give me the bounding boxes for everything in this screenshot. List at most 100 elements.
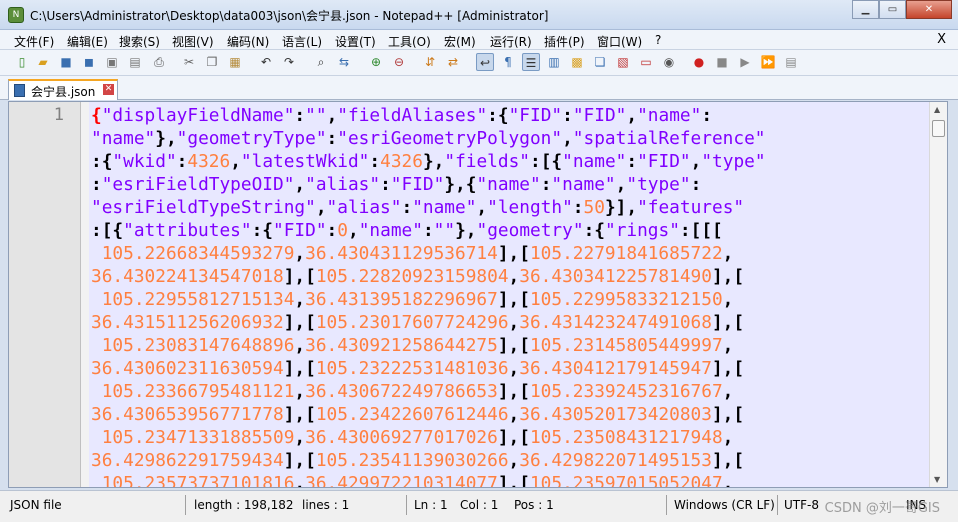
code-token: "FID" [572, 105, 627, 126]
code-line: 36.430602311630594],[105.23222531481036,… [91, 357, 931, 380]
menu-macro[interactable]: 宏(M) [444, 33, 476, 50]
indent-guide-icon[interactable]: ☰ [522, 53, 540, 71]
code-token: ],[ [283, 404, 316, 425]
save-macro-icon[interactable]: ▤ [782, 53, 800, 71]
code-token: ],[ [497, 335, 530, 356]
paste-icon[interactable]: ▦ [226, 53, 244, 71]
code-token: , [294, 473, 306, 488]
redo-icon[interactable]: ↷ [280, 53, 298, 71]
code-token: "name" [91, 128, 156, 149]
code-token: 105.23392452316767 [529, 381, 723, 402]
vertical-scrollbar[interactable]: ▲ ▼ [929, 102, 947, 487]
status-lines: lines : 1 [302, 498, 350, 512]
menu-language[interactable]: 语言(L) [282, 33, 322, 50]
code-token: 36.430921258644275 [305, 335, 498, 356]
code-token: 105.23083147648896 [101, 335, 295, 356]
menu-plugins[interactable]: 插件(P) [544, 33, 585, 50]
fold-margin[interactable] [81, 102, 89, 487]
editor-pane[interactable]: 1 {"displayFieldName":"","fieldAliases":… [8, 101, 948, 488]
find-icon[interactable]: ⌕ [312, 53, 330, 71]
close-icon[interactable]: ▣ [103, 53, 121, 71]
code-token: ],[ [283, 266, 316, 287]
code-token: "name" [637, 105, 702, 126]
menu-edit[interactable]: 编辑(E) [67, 33, 108, 50]
minimize-button[interactable]: ▁ [852, 0, 879, 19]
menu-settings[interactable]: 设置(T) [335, 33, 376, 50]
menu-window[interactable]: 窗口(W) [597, 33, 642, 50]
code-token: "spatialReference" [572, 128, 766, 149]
play-macro-icon[interactable]: ▶ [736, 53, 754, 71]
menu-search[interactable]: 搜索(S) [119, 33, 160, 50]
function-list-icon[interactable]: ❏ [591, 53, 609, 71]
code-token: "name" [551, 174, 616, 195]
eye-icon[interactable]: ◉ [660, 53, 678, 71]
word-wrap-icon[interactable]: ↩ [476, 53, 494, 71]
folder-workspace-icon[interactable]: ▧ [614, 53, 632, 71]
undo-icon[interactable]: ↶ [257, 53, 275, 71]
code-token: "wkid" [112, 151, 177, 172]
open-file-icon[interactable]: ▰ [34, 53, 52, 71]
code-token: , [722, 473, 734, 488]
stop-macro-icon[interactable]: ■ [713, 53, 731, 71]
code-token: , [476, 197, 488, 218]
print-icon[interactable]: ⎙ [150, 53, 168, 71]
zoom-out-icon[interactable]: ⊖ [390, 53, 408, 71]
save-icon[interactable]: ■ [57, 53, 75, 71]
code-token: 36.429822071495153 [519, 450, 712, 471]
code-line: 36.430224134547018],[105.22820923159804,… [91, 265, 931, 288]
code-token: , [508, 312, 520, 333]
doc-map-icon[interactable]: ▩ [568, 53, 586, 71]
code-token: ],[ [497, 289, 530, 310]
code-line: 36.430653956771778],[105.23422607612446,… [91, 403, 931, 426]
menu-run[interactable]: 运行(R) [490, 33, 532, 50]
code-token: 4326 [187, 151, 231, 172]
menu-help[interactable]: ? [655, 33, 661, 47]
cut-icon[interactable]: ✂ [180, 53, 198, 71]
close-document-button[interactable]: X [937, 32, 946, 47]
sync-h-icon[interactable]: ⇄ [444, 53, 462, 71]
menu-encoding[interactable]: 编码(N) [227, 33, 269, 50]
status-length: length : 198,182 [194, 498, 294, 512]
save-all-icon[interactable]: ◼ [80, 53, 98, 71]
code-token: :{ [251, 220, 274, 241]
code-token: : [562, 105, 573, 126]
code-line: 36.429862291759434],[105.23541139030266,… [91, 449, 931, 472]
show-all-chars-icon[interactable]: ¶ [499, 53, 517, 71]
code-token: , [294, 335, 306, 356]
zoom-in-icon[interactable]: ⊕ [367, 53, 385, 71]
run-macro-multi-icon[interactable]: ⏩ [759, 53, 777, 71]
scroll-thumb[interactable] [932, 120, 945, 137]
code-token: }], [604, 197, 638, 218]
toolbar: ▯ ▰ ■ ◼ ▣ ▤ ⎙ ✂ ❐ ▦ ↶ ↷ ⌕ ⇆ ⊕ ⊖ ⇵ ⇄ ↩ ¶ … [0, 50, 958, 76]
scroll-up-icon[interactable]: ▲ [934, 105, 940, 114]
code-token: , [722, 289, 734, 310]
close-all-icon[interactable]: ▤ [126, 53, 144, 71]
status-file-type: JSON file [10, 498, 62, 512]
code-token: "name" [358, 220, 423, 241]
replace-icon[interactable]: ⇆ [335, 53, 353, 71]
sync-v-icon[interactable]: ⇵ [421, 53, 439, 71]
scroll-down-icon[interactable]: ▼ [934, 475, 940, 484]
lang-doc-icon[interactable]: ▥ [545, 53, 563, 71]
code-token: ],[ [283, 358, 316, 379]
menu-file[interactable]: 文件(F) [14, 33, 54, 50]
monitor-icon[interactable]: ▭ [637, 53, 655, 71]
code-token: 36.429862291759434 [91, 450, 284, 471]
code-token: 105.23573737101816 [101, 473, 295, 488]
copy-icon[interactable]: ❐ [203, 53, 221, 71]
tab-close-icon[interactable]: ✕ [103, 84, 114, 95]
saved-file-icon [14, 84, 25, 97]
tab-document[interactable]: 会宁县.json ✕ [8, 79, 118, 100]
code-text[interactable]: {"displayFieldName":"","fieldAliases":{"… [91, 104, 931, 488]
new-file-icon[interactable]: ▯ [13, 53, 31, 71]
code-token: 36.430069277017026 [305, 427, 498, 448]
menu-view[interactable]: 视图(V) [172, 33, 214, 50]
code-line: 105.22955812715134,36.431395182296967],[… [91, 288, 931, 311]
menu-tools[interactable]: 工具(O) [388, 33, 431, 50]
close-window-button[interactable]: ✕ [906, 0, 952, 19]
code-token: ],[ [497, 427, 530, 448]
maximize-button[interactable]: ▭ [879, 0, 906, 19]
code-token: "type" [701, 151, 766, 172]
code-token: "name" [476, 174, 541, 195]
record-macro-icon[interactable]: ● [690, 53, 708, 71]
